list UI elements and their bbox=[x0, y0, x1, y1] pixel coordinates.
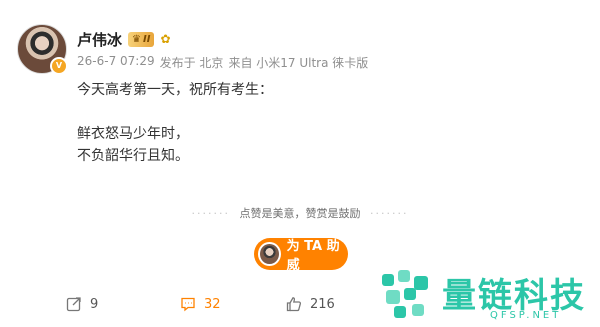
avatar[interactable]: V bbox=[17, 24, 68, 75]
author-row: 卢伟冰 ♛ II ✿ bbox=[77, 29, 171, 49]
hint-divider-left: ······· bbox=[191, 207, 230, 220]
post-line: 今天高考第一天，祝所有考生： bbox=[77, 82, 273, 98]
cheer-avatar bbox=[258, 242, 281, 266]
watermark-subtitle: QFSP.NET bbox=[490, 310, 562, 321]
weibo-post: V 卢伟冰 ♛ II ✿ 26-6-7 07:29 发布于 北京 来自 小米17… bbox=[0, 0, 600, 327]
member-badge[interactable]: ♛ II bbox=[128, 31, 155, 47]
comment-count: 32 bbox=[204, 296, 221, 312]
post-meta: 26-6-7 07:29 发布于 北京 来自 小米17 Ultra 徕卡版 bbox=[77, 54, 368, 71]
like-count: 216 bbox=[310, 296, 335, 312]
member-level: II bbox=[142, 33, 151, 45]
reward-hint-text: 点赞是美意，赞赏是鼓励 bbox=[239, 207, 361, 220]
fan-badge-icon[interactable]: ✿ bbox=[160, 32, 170, 46]
comment-icon bbox=[181, 297, 195, 312]
author-name[interactable]: 卢伟冰 bbox=[77, 29, 122, 50]
post-location: 发布于 北京 bbox=[159, 56, 224, 70]
crown-icon: ♛ bbox=[132, 33, 141, 45]
comment-button[interactable]: 32 bbox=[180, 296, 221, 312]
post-line: 鲜衣怒马少年时， bbox=[77, 126, 189, 142]
cheer-button[interactable]: 为 TA 助威 bbox=[254, 238, 348, 273]
reward-hint: ······· 点赞是美意，赞赏是鼓励 ······· bbox=[0, 205, 600, 221]
post-source: 来自 小米17 Ultra 徕卡版 bbox=[228, 56, 369, 70]
cheer-button-label: 为 TA 助威 bbox=[286, 239, 340, 273]
watermark: 量链科技 QFSP.NET bbox=[378, 266, 598, 326]
watermark-logo-icon bbox=[382, 270, 428, 318]
verified-badge: V bbox=[50, 57, 68, 75]
share-icon bbox=[66, 297, 81, 312]
post-time[interactable]: 26-6-7 07:29 bbox=[77, 54, 155, 71]
thumbs-up-icon bbox=[286, 297, 302, 312]
like-button[interactable]: 216 bbox=[286, 296, 335, 312]
share-button[interactable]: 9 bbox=[66, 296, 98, 312]
post-line: 不负韶华行且知。 bbox=[77, 148, 189, 164]
share-count: 9 bbox=[90, 296, 99, 312]
hint-divider-right: ······· bbox=[370, 207, 409, 220]
post-content: 今天高考第一天，祝所有考生： 鲜衣怒马少年时， 不负韶华行且知。 bbox=[77, 79, 273, 167]
